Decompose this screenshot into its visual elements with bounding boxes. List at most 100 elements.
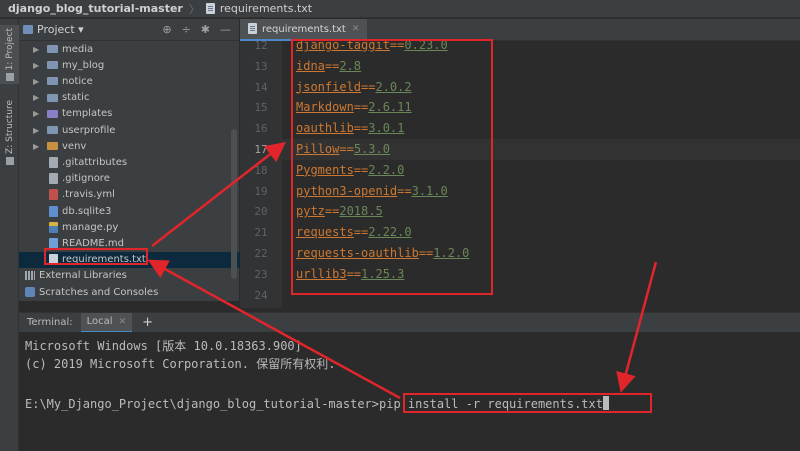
tree-item-label: venv	[62, 140, 87, 152]
project-view-icon	[23, 25, 33, 34]
tree-item-label: db.sqlite3	[62, 205, 112, 217]
project-panel-tools: ⊕ ÷ ✱ —	[162, 23, 239, 36]
locate-file-icon[interactable]: ⊕	[162, 23, 171, 36]
expand-arrow-icon[interactable]: ▶	[33, 61, 41, 70]
tree-item-label: Scratches and Consoles	[39, 286, 159, 298]
folder-icon	[47, 45, 58, 53]
line-number: 12	[254, 39, 268, 52]
expand-arrow-icon[interactable]: ▶	[33, 93, 41, 102]
tree-item-label: .travis.yml	[62, 189, 115, 201]
line-number: 19	[254, 184, 268, 198]
tree-item[interactable]: ▶ venv	[19, 138, 240, 154]
line-number: 15	[254, 101, 268, 115]
expand-arrow-icon[interactable]: ▶	[33, 45, 41, 54]
structure-tool-tab-label: Z: Structure	[4, 100, 15, 154]
tree-item-label: static	[62, 92, 90, 104]
project-scrollbar[interactable]	[231, 129, 237, 279]
terminal-line-copyright: (c) 2019 Microsoft Corporation. 保留所有权利.	[25, 357, 336, 371]
expand-arrow-icon[interactable]: ▶	[33, 109, 41, 118]
database-file-icon	[49, 205, 58, 217]
annotation-box-command	[403, 393, 652, 413]
libraries-icon	[25, 271, 35, 281]
close-tab-icon[interactable]: ✕	[352, 24, 360, 34]
tree-item[interactable]: manage.py	[19, 219, 240, 235]
terminal-output[interactable]: Microsoft Windows [版本 10.0.18363.900] (c…	[19, 332, 800, 451]
line-number: 18	[254, 163, 268, 177]
scratches-icon	[25, 287, 35, 297]
new-terminal-icon[interactable]: +	[142, 315, 153, 330]
tree-item-label: .gitignore	[62, 173, 110, 185]
hide-panel-icon[interactable]: —	[220, 23, 231, 36]
structure-tool-tab[interactable]: Z: Structure	[0, 97, 19, 168]
tree-item[interactable]: .travis.yml	[19, 187, 240, 203]
expand-arrow-icon[interactable]: ▶	[33, 126, 41, 135]
breadcrumb-separator: 〉	[188, 2, 200, 16]
tree-item[interactable]: ▶ media	[19, 41, 240, 57]
line-number: 16	[254, 122, 268, 136]
line-number: 20	[254, 205, 268, 219]
yaml-file-icon	[49, 189, 58, 201]
tree-item-label: userprofile	[62, 124, 116, 136]
line-number: 17	[254, 143, 268, 156]
tree-item-label: External Libraries	[39, 270, 127, 282]
annotation-box-file	[44, 248, 148, 265]
breadcrumb-file[interactable]: requirements.txt	[220, 2, 312, 15]
close-terminal-tab-icon[interactable]: ✕	[119, 317, 127, 327]
tree-item[interactable]: .gitignore	[19, 171, 240, 187]
breadcrumb-project[interactable]: django_blog_tutorial-master	[8, 2, 183, 15]
terminal-tab-local[interactable]: Local ✕	[80, 312, 133, 333]
tree-item-label: media	[62, 43, 94, 55]
expand-arrow-icon[interactable]: ▶	[33, 142, 41, 151]
line-number: 13	[254, 59, 268, 73]
folder-icon	[47, 77, 58, 86]
tree-item[interactable]: db.sqlite3	[19, 203, 240, 219]
tree-item[interactable]: ▶ static	[19, 90, 240, 106]
tool-window-stripe: 1: Project Z: Structure	[0, 19, 19, 451]
collapse-all-icon[interactable]: ÷	[182, 23, 191, 36]
editor-tab-label: requirements.txt	[262, 23, 346, 35]
tree-item[interactable]: ▶ notice	[19, 73, 240, 89]
project-view-selector[interactable]: Project ▾	[37, 23, 84, 36]
line-number: 22	[254, 247, 268, 260]
tree-item-label: my_blog	[62, 59, 105, 71]
project-view-label: Project	[37, 23, 75, 36]
templates-folder-icon	[47, 109, 58, 118]
tree-item-label: templates	[62, 108, 113, 120]
terminal-label: Terminal:	[27, 317, 73, 328]
tree-item[interactable]: Scratches and Consoles	[19, 284, 240, 300]
terminal-line-version: Microsoft Windows [版本 10.0.18363.900]	[25, 339, 302, 353]
settings-gear-icon[interactable]: ✱	[201, 23, 210, 36]
project-tool-tab[interactable]: 1: Project	[0, 25, 19, 85]
tree-item[interactable]: External Libraries	[19, 268, 240, 284]
tree-item[interactable]: .gitattributes	[19, 154, 240, 170]
python-file-icon	[49, 221, 58, 233]
terminal-prompt: E:\My_Django_Project\django_blog_tutoria…	[25, 397, 380, 411]
terminal-header: Terminal: Local ✕ +	[19, 312, 800, 333]
expand-arrow-icon[interactable]: ▶	[33, 77, 41, 86]
navigation-breadcrumb: django_blog_tutorial-master 〉 requiremen…	[0, 0, 800, 18]
project-tool-tab-label: 1: Project	[4, 28, 15, 71]
line-number: 21	[254, 226, 268, 240]
text-file-icon	[205, 2, 216, 15]
venv-folder-icon	[47, 142, 58, 151]
folder-icon	[47, 93, 58, 102]
tree-item-label: .gitattributes	[62, 156, 128, 168]
tree-item-label: notice	[62, 75, 93, 87]
line-number: 24	[254, 288, 268, 302]
project-tool-icon	[5, 73, 14, 82]
folder-icon	[47, 126, 58, 134]
annotation-box-requirements	[291, 39, 493, 295]
terminal-tab-label: Local	[86, 316, 113, 327]
folder-icon	[47, 61, 58, 70]
tree-item[interactable]: ▶ my_blog	[19, 57, 240, 73]
tree-item-label: manage.py	[62, 221, 119, 233]
structure-tool-icon	[5, 156, 14, 165]
tree-item[interactable]: ▶ templates	[19, 106, 240, 122]
line-number: 23	[254, 267, 268, 281]
tree-item[interactable]: ▶ userprofile	[19, 122, 240, 138]
git-file-icon	[49, 156, 58, 168]
line-number-gutter: 12 13 14 15 16 17 18 19 20 21 22 23 24	[240, 39, 282, 308]
project-panel-header: Project ▾ ⊕ ÷ ✱ —	[19, 19, 239, 41]
git-file-icon	[49, 173, 58, 185]
text-file-icon	[248, 23, 258, 35]
